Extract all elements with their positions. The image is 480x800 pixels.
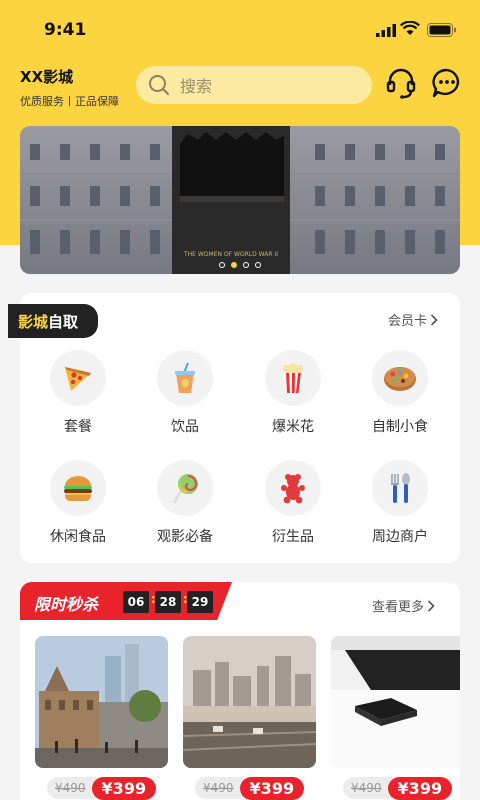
- drink-icon: [157, 350, 213, 406]
- brand-slogan: 优质服务丨正品保障: [20, 95, 119, 108]
- original-price: ¥490: [47, 777, 96, 799]
- membership-card-link[interactable]: 会员卡: [388, 310, 438, 329]
- countdown-hours: 06: [123, 591, 149, 613]
- category-label: 周边商户: [372, 529, 428, 545]
- chevron-right-icon: [427, 599, 435, 612]
- product-image[interactable]: [331, 636, 460, 768]
- sale-price[interactable]: ¥399: [239, 776, 305, 800]
- banner-dot[interactable]: [255, 262, 261, 268]
- view-more-label: 查看更多: [372, 600, 425, 615]
- pickup-tag: 影城 自取: [8, 304, 98, 338]
- burger-icon: [50, 460, 106, 516]
- promo-banner[interactable]: THE WOMEN OF WORLD WAR II: [20, 126, 460, 274]
- flash-sale-title: 限时秒杀: [34, 595, 99, 614]
- category-label: 观影必备: [157, 529, 213, 545]
- product-image[interactable]: [35, 636, 168, 768]
- category-drinks[interactable]: 饮品: [135, 350, 235, 436]
- pickup-tag-text: 自取: [48, 312, 79, 331]
- search-placeholder: 搜索: [180, 77, 213, 96]
- product-price: ¥490 ¥399: [47, 776, 157, 800]
- banner-dot[interactable]: [243, 262, 249, 268]
- category-label: 衍生品: [272, 529, 314, 545]
- category-popcorn[interactable]: 爆米花: [243, 350, 343, 436]
- chevron-right-icon: [430, 313, 438, 326]
- status-bar: 9:41: [0, 0, 480, 60]
- battery-icon: [427, 23, 456, 37]
- gummy-bear-icon: [265, 460, 321, 516]
- search-input[interactable]: 搜索: [136, 66, 372, 104]
- pizza-icon: [50, 350, 106, 406]
- banner-caption: THE WOMEN OF WORLD WAR II: [183, 251, 278, 258]
- banner-dot[interactable]: [219, 262, 225, 268]
- membership-card-label: 会员卡: [388, 314, 428, 329]
- category-label: 爆米花: [272, 419, 314, 435]
- brand-name: XX影城: [20, 68, 74, 86]
- popcorn-icon: [265, 350, 321, 406]
- countdown-seconds: 29: [187, 591, 213, 613]
- lollipop-icon: [157, 460, 213, 516]
- pickup-tag-highlight: 影城: [18, 312, 49, 331]
- original-price: ¥490: [195, 777, 244, 799]
- message-icon[interactable]: [430, 66, 464, 100]
- category-nearby-merchants[interactable]: 周边商户: [350, 460, 450, 546]
- banner-dot-active[interactable]: [231, 262, 237, 268]
- countdown-minutes: 28: [155, 591, 181, 613]
- product-price: ¥490 ¥399: [343, 776, 453, 800]
- category-merchandise[interactable]: 衍生品: [243, 460, 343, 546]
- category-label: 饮品: [171, 419, 199, 435]
- cookie-icon: [372, 350, 428, 406]
- signal-icon: [376, 24, 396, 37]
- original-price: ¥490: [343, 777, 392, 799]
- category-homemade-snacks[interactable]: 自制小食: [350, 350, 450, 436]
- status-time: 9:41: [44, 20, 87, 40]
- wifi-icon: [400, 21, 420, 35]
- product-image[interactable]: [183, 636, 316, 768]
- category-label: 休闲食品: [50, 529, 106, 545]
- sale-price[interactable]: ¥399: [91, 776, 157, 800]
- search-icon: [149, 75, 169, 95]
- view-more-link[interactable]: 查看更多: [372, 596, 435, 615]
- banner-image: THE WOMEN OF WORLD WAR II: [20, 126, 460, 274]
- category-movie-essentials[interactable]: 观影必备: [135, 460, 235, 546]
- category-label: 自制小食: [372, 419, 428, 435]
- sale-price[interactable]: ¥399: [387, 776, 453, 800]
- banner-pagination: [20, 262, 460, 268]
- category-combo[interactable]: 套餐: [28, 350, 128, 436]
- cutlery-icon: [372, 460, 428, 516]
- category-label: 套餐: [64, 419, 92, 435]
- category-leisure-food[interactable]: 休闲食品: [28, 460, 128, 546]
- product-price: ¥490 ¥399: [195, 776, 305, 800]
- brand: XX影城 优质服务丨正品保障: [20, 66, 119, 109]
- headset-icon[interactable]: [384, 66, 418, 100]
